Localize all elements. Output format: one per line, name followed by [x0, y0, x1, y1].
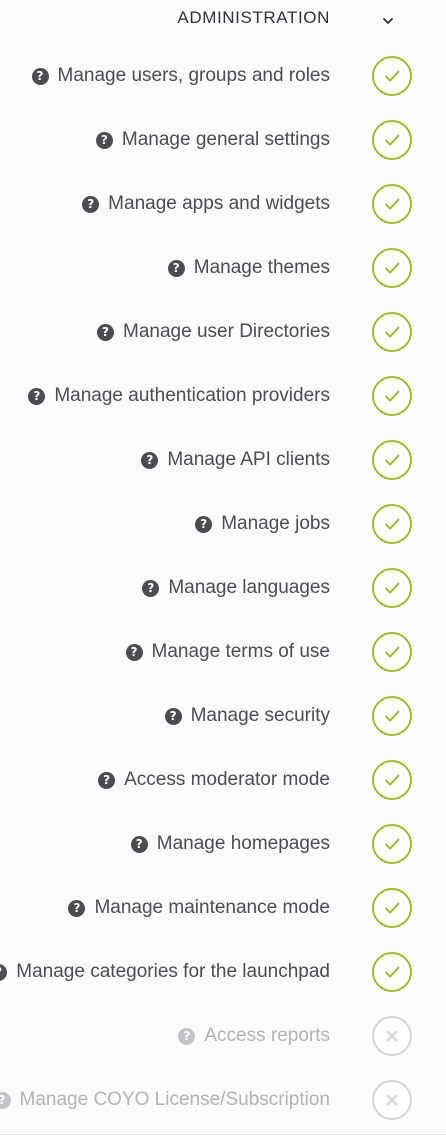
permission-row: ? Manage jobs [0, 492, 446, 556]
help-icon[interactable]: ? [178, 1027, 196, 1045]
check-icon[interactable] [372, 632, 412, 672]
permission-label-group: ? Access moderator mode [98, 768, 330, 792]
help-icon[interactable]: ? [31, 67, 49, 85]
permission-row: ? Manage terms of use [0, 620, 446, 684]
permission-row: ? Manage apps and widgets [0, 172, 446, 236]
permission-row: ? Access reports [0, 1004, 446, 1068]
permission-label: Manage COYO License/Subscription [19, 1089, 331, 1110]
permission-label: Access reports [204, 1025, 330, 1046]
permission-label: Manage maintenance mode [94, 897, 330, 918]
permission-label: Manage homepages [156, 833, 330, 854]
permission-label-group: ? Manage languages [142, 576, 330, 600]
permission-label-group: ? Manage authentication providers [28, 384, 330, 408]
check-icon[interactable] [372, 312, 412, 352]
permission-label-group: ? Manage categories for the launchpad [0, 960, 330, 984]
permission-label-group: ? Manage themes [167, 256, 330, 280]
check-icon[interactable] [372, 120, 412, 160]
permission-row: ? Manage users, groups and roles [0, 44, 446, 108]
close-icon[interactable] [372, 1016, 412, 1056]
help-icon[interactable]: ? [167, 259, 185, 277]
check-icon[interactable] [372, 440, 412, 480]
close-icon[interactable] [372, 1080, 412, 1120]
permissions-panel: ADMINISTRATION ? Manage users, groups an… [0, 0, 446, 1136]
help-icon[interactable]: ? [142, 579, 160, 597]
check-icon[interactable] [372, 888, 412, 928]
permission-label: Manage apps and widgets [108, 193, 330, 214]
help-icon[interactable]: ? [95, 131, 113, 149]
help-icon[interactable]: ? [82, 195, 100, 213]
permission-label-group: ? Manage terms of use [125, 640, 330, 664]
divider [0, 1134, 446, 1135]
permission-label-group: ? Manage API clients [141, 448, 330, 472]
check-icon[interactable] [372, 504, 412, 544]
help-icon[interactable]: ? [98, 771, 116, 789]
check-icon[interactable] [372, 760, 412, 800]
permission-row: ? Access moderator mode [0, 748, 446, 812]
permission-label: Manage themes [193, 257, 330, 278]
permission-row: ? Manage authentication providers [0, 364, 446, 428]
help-icon[interactable]: ? [164, 707, 182, 725]
section-title: ADMINISTRATION [177, 8, 330, 27]
help-icon[interactable]: ? [0, 1091, 11, 1109]
permission-row: ? Manage security [0, 684, 446, 748]
permission-row: ? Manage categories for the launchpad [0, 940, 446, 1004]
permission-row: ? Manage COYO License/Subscription [0, 1068, 446, 1132]
permission-label: Manage security [190, 705, 330, 726]
permission-label-group: ? Manage COYO License/Subscription [0, 1088, 330, 1112]
check-icon[interactable] [372, 568, 412, 608]
permission-label-group: ? Manage security [164, 704, 330, 728]
permission-row: ? Manage languages [0, 556, 446, 620]
permission-label: Manage languages [168, 577, 330, 598]
permission-label: Manage general settings [121, 129, 330, 150]
check-icon[interactable] [372, 824, 412, 864]
check-icon[interactable] [372, 696, 412, 736]
permission-label: Manage authentication providers [54, 385, 330, 406]
permission-label-group: ? Manage general settings [95, 128, 330, 152]
permission-label: Manage jobs [221, 513, 330, 534]
permission-label-group: ? Manage apps and widgets [82, 192, 330, 216]
permission-label-group: ? Manage homepages [130, 832, 330, 856]
help-icon[interactable]: ? [195, 515, 213, 533]
help-icon[interactable]: ? [68, 899, 86, 917]
permission-label: Manage users, groups and roles [57, 65, 331, 86]
check-icon[interactable] [372, 184, 412, 224]
permission-row: ? Manage themes [0, 236, 446, 300]
permission-row: ? Manage user Directories [0, 300, 446, 364]
help-icon[interactable]: ? [28, 387, 46, 405]
help-icon[interactable]: ? [125, 643, 143, 661]
help-icon[interactable]: ? [141, 451, 159, 469]
permission-row: ? Manage general settings [0, 108, 446, 172]
permission-label: Access moderator mode [124, 769, 330, 790]
permission-label: Manage categories for the launchpad [16, 961, 330, 982]
check-icon[interactable] [372, 56, 412, 96]
permission-label-group: ? Access reports [178, 1024, 330, 1048]
help-icon[interactable]: ? [97, 323, 115, 341]
permission-label: Manage terms of use [151, 641, 330, 662]
help-icon[interactable]: ? [0, 963, 8, 981]
permission-label: Manage API clients [167, 449, 330, 470]
permission-row: ? Manage maintenance mode [0, 876, 446, 940]
help-icon[interactable]: ? [130, 835, 148, 853]
permission-row: ? Manage API clients [0, 428, 446, 492]
permission-label-group: ? Manage jobs [195, 512, 330, 536]
permission-label: Manage user Directories [123, 321, 330, 342]
check-icon[interactable] [372, 376, 412, 416]
chevron-down-icon[interactable] [378, 10, 398, 30]
section-header[interactable]: ADMINISTRATION [0, 0, 446, 40]
permission-row: ? Manage homepages [0, 812, 446, 876]
permission-label-group: ? Manage user Directories [97, 320, 330, 344]
check-icon[interactable] [372, 248, 412, 288]
permission-label-group: ? Manage users, groups and roles [31, 64, 331, 88]
permission-label-group: ? Manage maintenance mode [68, 896, 330, 920]
check-icon[interactable] [372, 952, 412, 992]
